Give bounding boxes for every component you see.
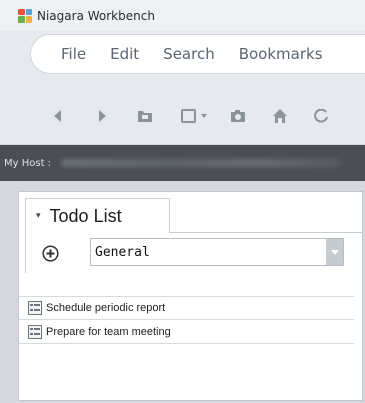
toolbar: [0, 87, 365, 145]
menu-container: File Edit Search Bookmarks: [30, 34, 365, 74]
todo-panel: ▾ Todo List General Schedule periodic re…: [18, 191, 363, 401]
back-icon[interactable]: [52, 107, 64, 125]
host-path-redacted: [61, 159, 342, 167]
content-area: ▾ Todo List General Schedule periodic re…: [0, 181, 365, 403]
host-label: My Host :: [4, 157, 52, 169]
view-menu-icon[interactable]: [180, 107, 210, 125]
locator-bar[interactable]: My Host :: [0, 145, 365, 181]
menu-bar: File Edit Search Bookmarks: [0, 31, 365, 87]
folder-icon[interactable]: [137, 107, 153, 125]
app-logo-icon: [18, 8, 32, 23]
chevron-down-icon[interactable]: [326, 239, 343, 265]
task-list: Schedule periodic report Prepare for tea…: [19, 296, 362, 344]
group-select-value: General: [95, 244, 150, 260]
group-select[interactable]: General: [90, 238, 344, 266]
refresh-icon[interactable]: [313, 107, 329, 125]
group-selector-row: General: [25, 233, 355, 273]
menu-file[interactable]: File: [61, 45, 86, 63]
camera-icon[interactable]: [230, 107, 246, 125]
task-icon: [28, 301, 42, 315]
task-label: Prepare for team meeting: [46, 325, 171, 338]
tab-todo-list[interactable]: ▾ Todo List: [25, 198, 170, 233]
title-bar: Niagara Workbench: [0, 0, 365, 31]
list-item[interactable]: Prepare for team meeting: [19, 320, 354, 344]
menu-bookmarks[interactable]: Bookmarks: [239, 45, 323, 63]
forward-icon[interactable]: [96, 107, 108, 125]
menu-edit[interactable]: Edit: [110, 45, 139, 63]
add-circle-icon[interactable]: [42, 245, 59, 262]
window-title: Niagara Workbench: [37, 8, 155, 23]
home-icon[interactable]: [272, 107, 288, 125]
menu-search[interactable]: Search: [163, 45, 215, 63]
task-label: Schedule periodic report: [46, 302, 166, 314]
chevron-down-icon[interactable]: ▾: [36, 211, 41, 221]
task-icon: [28, 324, 42, 339]
tab-title: Todo List: [49, 205, 122, 226]
list-item[interactable]: Schedule periodic report: [19, 296, 354, 320]
